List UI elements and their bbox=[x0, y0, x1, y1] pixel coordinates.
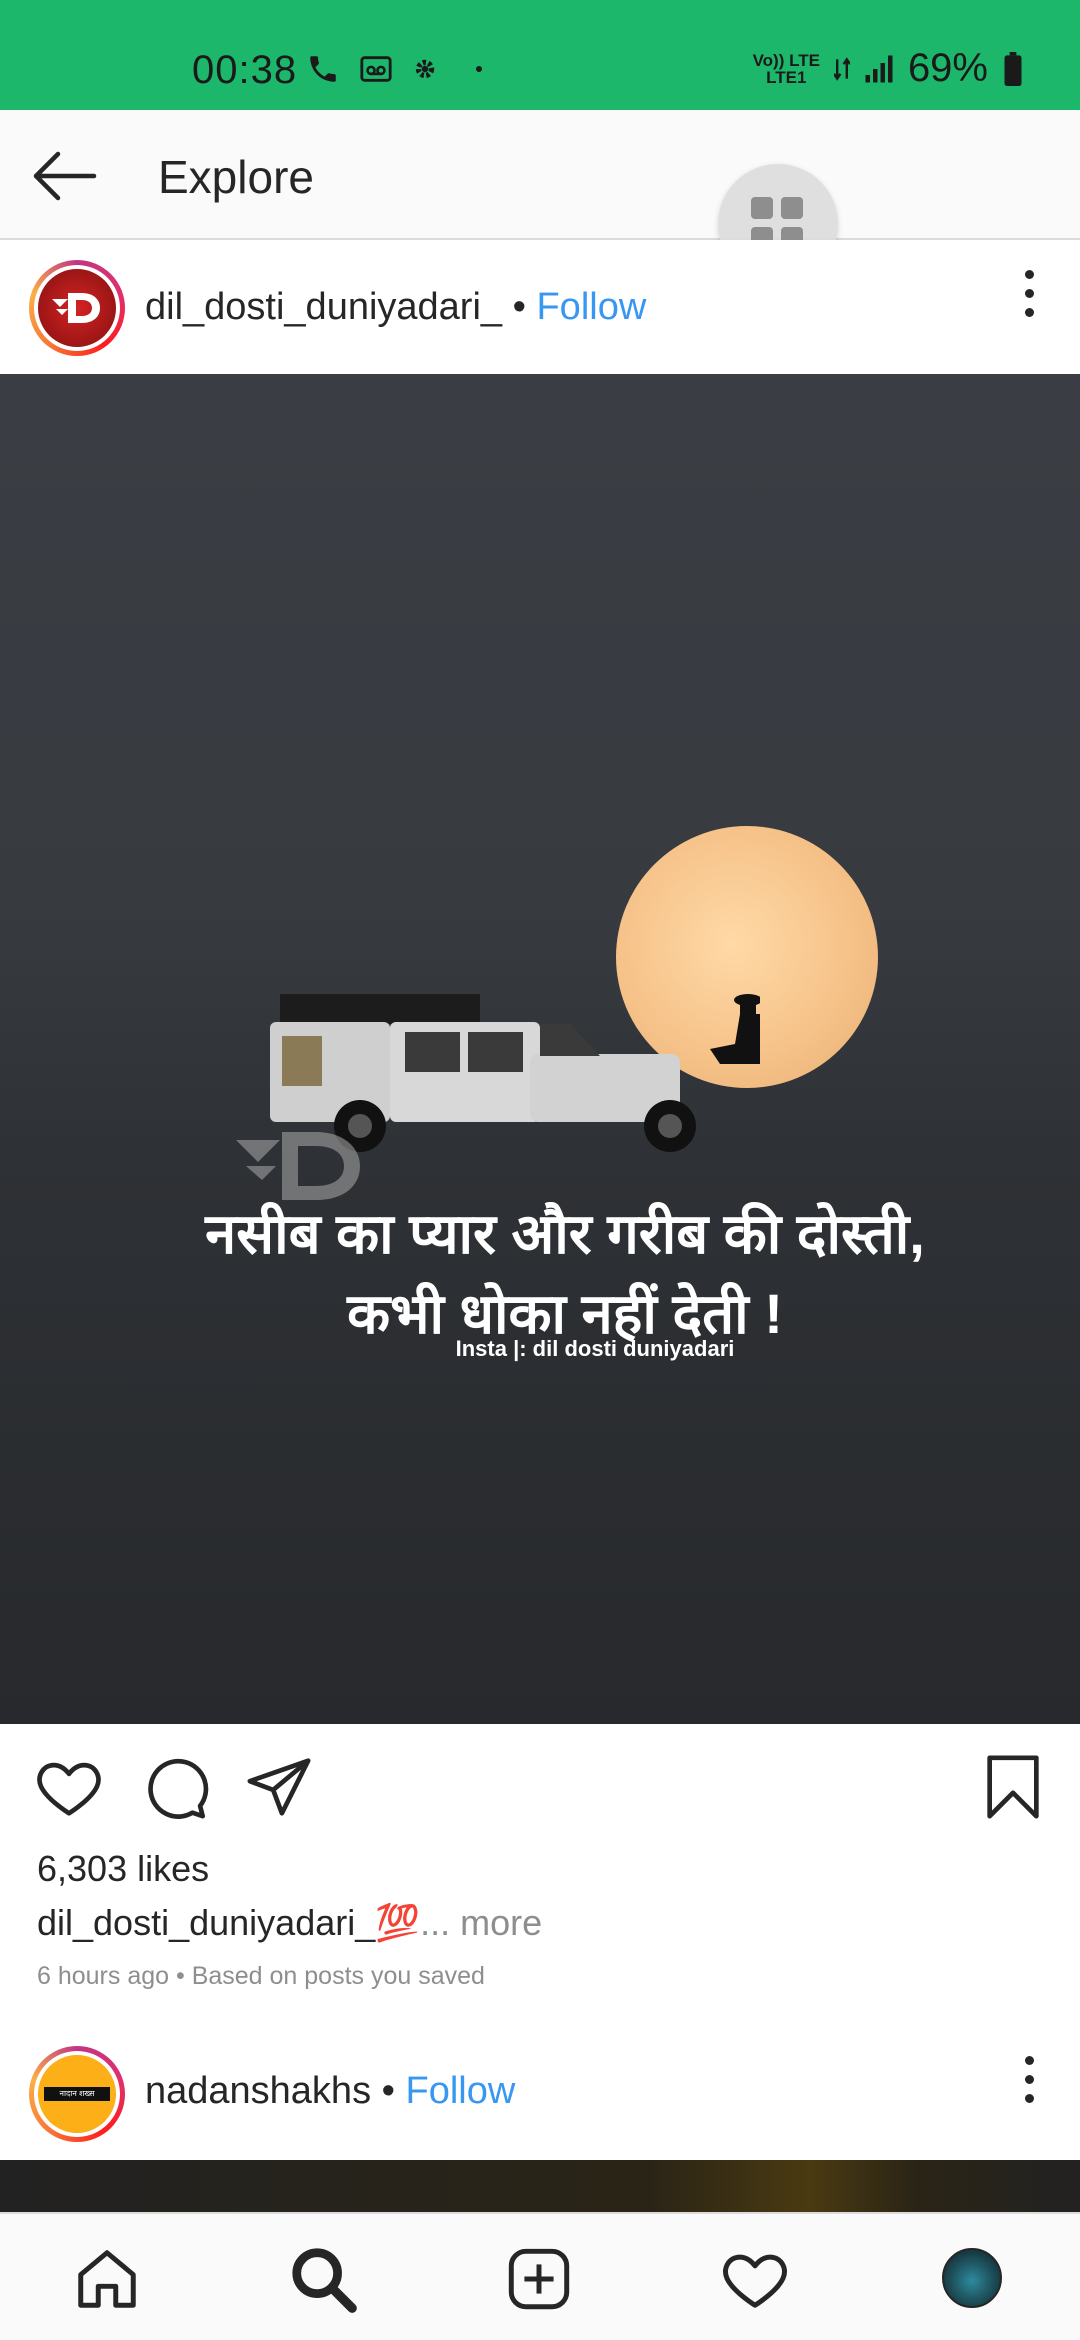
send-icon[interactable] bbox=[244, 1752, 314, 1822]
voicemail-icon bbox=[360, 56, 392, 82]
battery-percent: 69% bbox=[907, 46, 988, 90]
network-label-top: Vo)) LTE bbox=[752, 50, 820, 70]
follow-button[interactable]: Follow bbox=[536, 286, 646, 328]
post-header: dil_dosti_duniyadari_ • Follow bbox=[0, 240, 1080, 374]
notification-dot-icon bbox=[476, 66, 482, 72]
separator-dot: • bbox=[381, 2070, 395, 2112]
jeep-silhouette-graphic bbox=[270, 994, 760, 1152]
post-username[interactable]: nadanshakhs bbox=[145, 2070, 371, 2112]
profile-avatar[interactable] bbox=[942, 2248, 1002, 2308]
avatar[interactable] bbox=[29, 260, 125, 356]
settings-gear-icon bbox=[415, 59, 435, 79]
data-arrows-icon bbox=[833, 56, 850, 81]
home-icon[interactable] bbox=[72, 2244, 142, 2314]
hundred-points-emoji: 💯 bbox=[375, 1902, 421, 1943]
bottom-navigation bbox=[0, 2212, 1080, 2340]
separator-dot: • bbox=[512, 286, 526, 328]
caption-more-link[interactable]: ... more bbox=[420, 1902, 542, 1943]
status-time: 00:38 bbox=[192, 48, 298, 92]
dil-dosti-logo-icon bbox=[52, 293, 100, 323]
avatar[interactable]: नादान शख्स bbox=[29, 2046, 125, 2142]
likes-count[interactable]: 6,303 likes bbox=[37, 1848, 209, 1890]
activity-heart-icon[interactable] bbox=[720, 2244, 790, 2314]
post-header: नादान शख्स nadanshakhs • Follow bbox=[0, 2026, 1080, 2160]
more-vertical-icon[interactable] bbox=[1014, 260, 1044, 350]
add-post-icon[interactable] bbox=[504, 2244, 574, 2314]
image-credit: Insta |: dil dosti duniyadari bbox=[455, 1336, 735, 1361]
more-vertical-icon[interactable] bbox=[1014, 2046, 1044, 2136]
avatar-label: नादान शख्स bbox=[44, 2087, 110, 2101]
battery-icon bbox=[1004, 51, 1022, 86]
post-actions bbox=[0, 1724, 1080, 1844]
status-bar: 00:38 Vo)) LTE LTE1 69% bbox=[0, 0, 1080, 110]
page-title: Explore bbox=[158, 151, 314, 203]
next-post-image[interactable] bbox=[0, 2160, 1080, 2212]
search-icon[interactable] bbox=[288, 2244, 358, 2314]
follow-button[interactable]: Follow bbox=[406, 2070, 516, 2112]
image-quote-line-1: नसीब का प्यार और गरीब की दोस्ती, bbox=[205, 1202, 925, 1265]
heart-icon[interactable] bbox=[34, 1752, 104, 1822]
bookmark-icon[interactable] bbox=[978, 1752, 1048, 1822]
signal-icon bbox=[865, 55, 893, 82]
comment-icon[interactable] bbox=[140, 1752, 210, 1822]
post-meta: 6 hours ago • Based on posts you saved bbox=[37, 1962, 485, 1990]
grid-icon bbox=[751, 197, 773, 219]
top-app-bar: Explore bbox=[0, 110, 1080, 284]
post-username[interactable]: dil_dosti_duniyadari_ bbox=[145, 286, 502, 328]
back-arrow-icon[interactable] bbox=[28, 146, 98, 206]
post-caption: dil_dosti_duniyadari_💯... more bbox=[37, 1902, 542, 1944]
network-label-bottom: LTE1 bbox=[766, 67, 807, 87]
post-image[interactable]: नसीब का प्यार और गरीब की दोस्ती, कभी धोक… bbox=[0, 374, 1080, 1724]
phone-icon bbox=[310, 56, 336, 82]
caption-username[interactable]: dil_dosti_duniyadari_ bbox=[37, 1902, 375, 1943]
